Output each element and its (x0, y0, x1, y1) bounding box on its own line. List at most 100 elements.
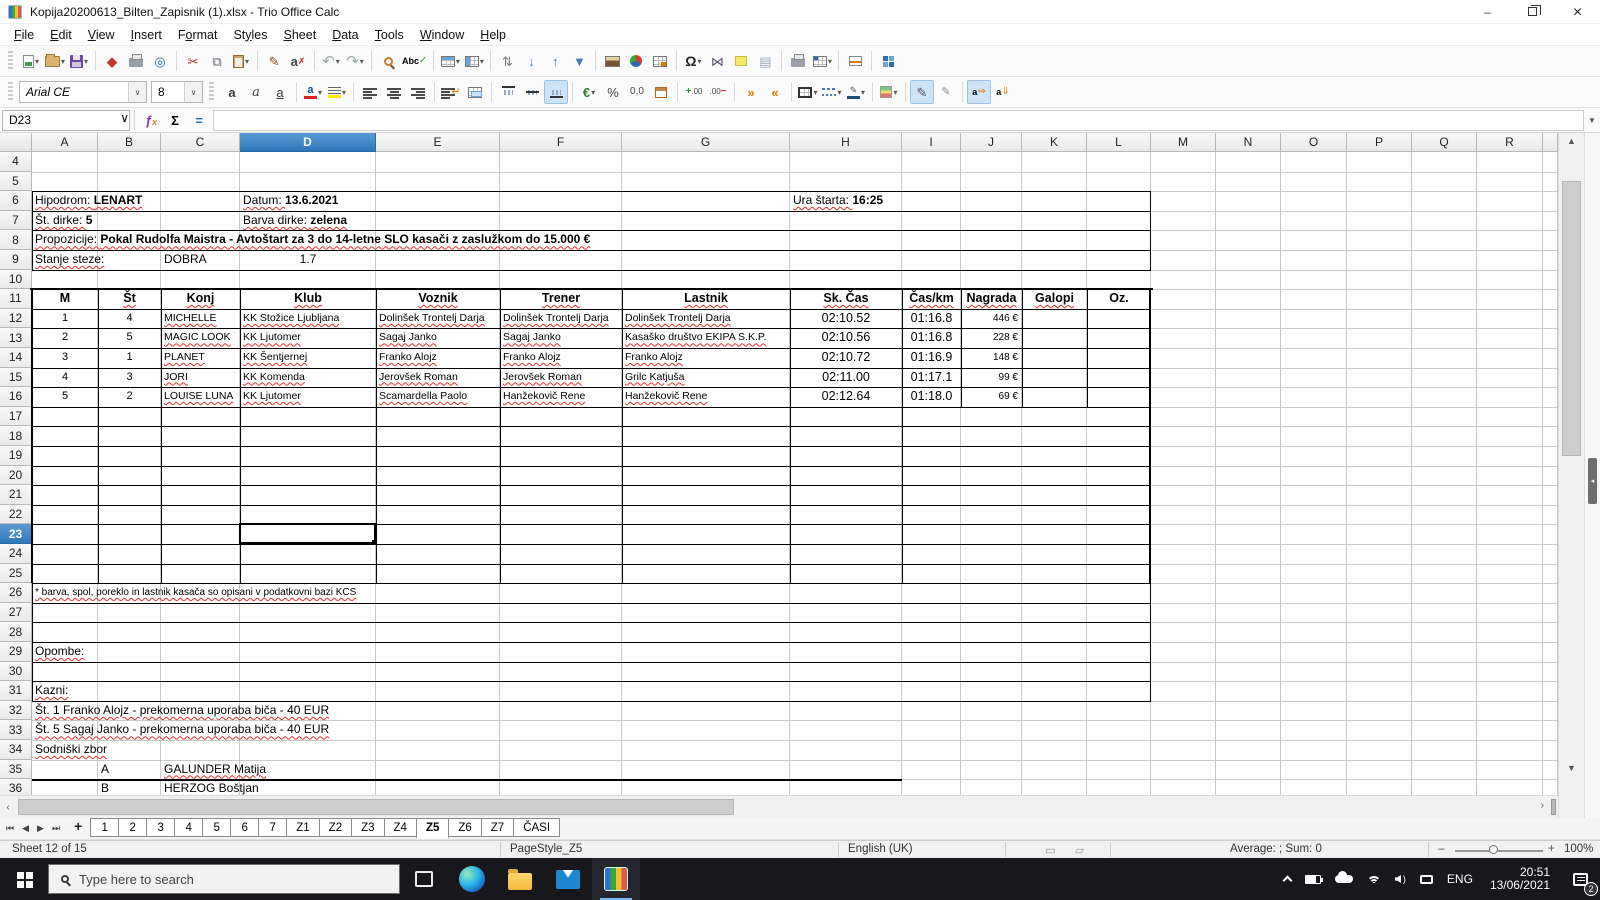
cell-J16[interactable]: 69 € (961, 387, 1018, 407)
row-header-33[interactable]: 33 (0, 720, 32, 740)
row-header-8[interactable]: 8 (0, 230, 32, 250)
wrap-text-icon[interactable]: ↵ (439, 80, 463, 104)
cell-C15[interactable]: JORI (164, 368, 239, 388)
insert-chart-icon[interactable] (624, 49, 648, 73)
name-box[interactable]: D23 ∨ (2, 109, 130, 131)
cell-I15[interactable]: 01:17.1 (902, 368, 961, 388)
find-replace-icon[interactable] (376, 49, 400, 73)
copy-icon[interactable]: ⧉ (205, 49, 229, 73)
horizontal-scrollbar-thumb[interactable] (18, 799, 734, 815)
cell-K11[interactable]: Galopi (1022, 289, 1087, 309)
cell-D14[interactable]: KK Šentjernej (243, 348, 375, 368)
row-header-23[interactable]: 23 (0, 524, 32, 544)
column-header-N[interactable]: N (1216, 133, 1281, 152)
column-header-G[interactable]: G (622, 133, 790, 152)
cell-J14[interactable]: 148 € (961, 348, 1018, 368)
aggregate-status[interactable]: Average: ; Sum: 0 (1230, 843, 1322, 855)
cell-C36[interactable]: HERZOG Boštjan (164, 779, 259, 795)
menu-help[interactable]: Help (472, 26, 514, 44)
hyperlink-icon[interactable]: ⋈ (705, 49, 729, 73)
cell-E11[interactable]: Voznik (376, 289, 500, 309)
sheet-tab-Z5[interactable]: Z5 (415, 818, 450, 839)
cell-D13[interactable]: KK Ljutomer (243, 328, 375, 348)
row-header-34[interactable]: 34 (0, 740, 32, 760)
cell-E13[interactable]: Sagaj Janko (379, 328, 499, 348)
cell-D16[interactable]: KK Ljutomer (243, 387, 375, 407)
sheet-tab-4[interactable]: 4 (174, 818, 204, 837)
file-explorer-button[interactable] (496, 858, 544, 900)
delete-decimal-icon[interactable]: .00− (706, 80, 730, 104)
cell-B11[interactable]: Št (98, 289, 161, 309)
cell-C11[interactable]: Konj (161, 289, 240, 309)
formula-input[interactable] (213, 109, 1584, 131)
cell-A14[interactable]: 3 (32, 348, 98, 368)
cell-H13[interactable]: 02:10.56 (790, 328, 902, 348)
sum-icon[interactable]: Σ (163, 110, 187, 131)
spelling-icon[interactable]: Abc ✓ (400, 49, 429, 73)
insert-row-icon[interactable]: ▾ (438, 49, 462, 73)
sheet-tab-Z1[interactable]: Z1 (286, 818, 320, 837)
number-format-icon[interactable]: 0,0 (625, 80, 649, 104)
cell-L11[interactable]: Oz. (1087, 289, 1151, 309)
save-icon[interactable]: ▾ (67, 49, 91, 73)
row-header-26[interactable]: 26 (0, 583, 32, 603)
bold-icon[interactable]: a (220, 80, 244, 104)
language-status[interactable]: English (UK) (848, 843, 913, 855)
cell-D12[interactable]: KK Stožice Ljubljana (243, 309, 375, 329)
redo-icon[interactable]: ↷ ▾ (343, 49, 367, 73)
column-header-blank[interactable] (1543, 133, 1558, 152)
row-header-9[interactable]: 9 (0, 250, 32, 270)
row-header-12[interactable]: 12 (0, 308, 32, 329)
zoom-in-icon[interactable]: + (1548, 843, 1555, 855)
row-header-17[interactable]: 17 (0, 406, 32, 427)
cell-D7[interactable]: Barva dirke: zelena (243, 211, 347, 231)
font-name-select[interactable]: Arial CE ∨ (19, 81, 147, 103)
cell-I13[interactable]: 01:16.8 (902, 328, 961, 348)
row-header-35[interactable]: 35 (0, 759, 32, 780)
headers-footers-icon[interactable]: ▤ (753, 49, 777, 73)
align-right-icon[interactable] (406, 80, 430, 104)
row-header-18[interactable]: 18 (0, 426, 32, 446)
insert-image-icon[interactable] (600, 49, 624, 73)
merge-cells-icon[interactable] (463, 80, 487, 104)
sheet-tab-Z6[interactable]: Z6 (448, 818, 482, 837)
menu-format[interactable]: Format (170, 26, 226, 44)
cell-E16[interactable]: Scamardella Paolo (379, 387, 499, 407)
start-button[interactable] (0, 858, 48, 900)
row-header-14[interactable]: 14 (0, 348, 32, 368)
cell-A9[interactable]: Stanje steze: (35, 250, 104, 270)
pivot-table-icon[interactable] (648, 49, 672, 73)
spreadsheet-grid[interactable]: A B C D E F G H I J K L M N O P Q R 4 5 6 7 8 9 10 11 12 13 14 15 16 17… (0, 133, 1558, 795)
align-left-icon[interactable] (358, 80, 382, 104)
cell-C35[interactable]: GALUNDER Matija (164, 760, 266, 780)
sheet-tab-ČASI[interactable]: ČASI (513, 818, 561, 837)
menu-view[interactable]: View (80, 26, 123, 44)
italic-icon[interactable]: a (244, 80, 268, 104)
onedrive-status[interactable] (1328, 858, 1360, 900)
cell-E15[interactable]: Jerovšek Roman (379, 368, 499, 388)
menu-window[interactable]: Window (412, 26, 472, 44)
cut-icon[interactable]: ✂ (181, 49, 205, 73)
align-top-icon[interactable] (496, 80, 520, 104)
cell-F11[interactable]: Trener (500, 289, 622, 309)
minimize-button[interactable]: – (1465, 0, 1510, 24)
cell-E14[interactable]: Franko Alojz (379, 348, 499, 368)
cell-B15[interactable]: 3 (98, 368, 161, 388)
column-header-Q[interactable]: Q (1412, 133, 1477, 152)
column-header-A[interactable]: A (32, 133, 98, 152)
cell-I11[interactable]: Čas/km (902, 289, 961, 309)
text-direction-ttb-icon[interactable]: a ⇓ (991, 80, 1015, 104)
sort-descending-icon[interactable]: ↑ (543, 49, 567, 73)
cell-D9[interactable]: 1.7 (240, 250, 376, 270)
border-style-icon[interactable]: ▾ (820, 80, 844, 104)
selection-mode-icon[interactable]: ▭ (1045, 843, 1056, 857)
row-header-19[interactable]: 19 (0, 446, 32, 466)
sort-icon[interactable]: ⇅ (495, 49, 519, 73)
row-header-10[interactable]: 10 (0, 269, 32, 290)
row-header-13[interactable]: 13 (0, 328, 32, 348)
zoom-slider-thumb[interactable] (1489, 845, 1498, 854)
cell-A16[interactable]: 5 (32, 387, 98, 407)
language-indicator[interactable]: ENG (1440, 858, 1480, 900)
sheet-tab-Z2[interactable]: Z2 (318, 818, 353, 837)
tray-expand-button[interactable] (1277, 858, 1298, 900)
